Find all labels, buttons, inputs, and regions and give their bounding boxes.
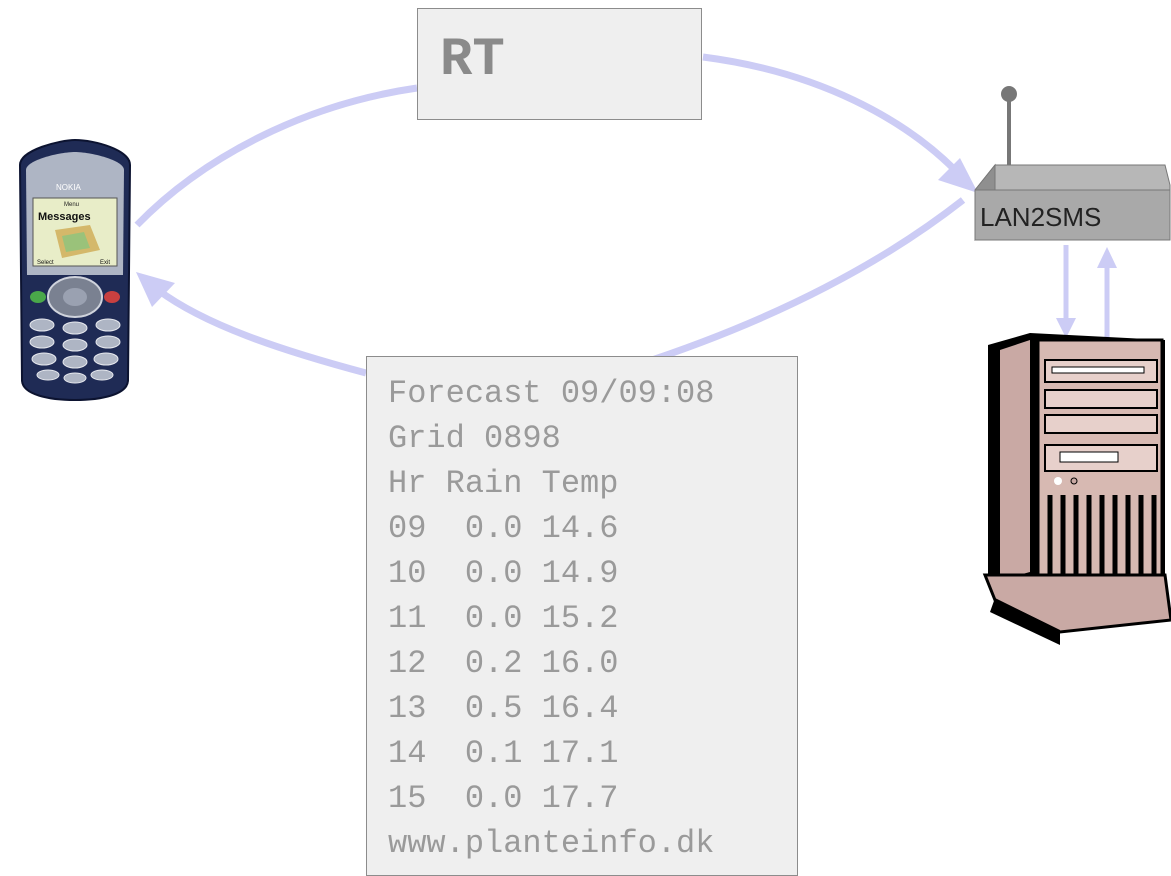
rt-label: RT [440,30,505,91]
phone-icon: NOKIA Menu Messages Select Exit [18,138,132,402]
phone-brand: NOKIA [56,183,82,192]
sms-line: www.planteinfo.dk [388,825,715,862]
sms-line: 11 0.0 15.2 [388,600,619,637]
sms-line: 13 0.5 16.4 [388,690,619,727]
phone-left-soft-key: Select [37,260,54,266]
sms-line: Grid 0898 [388,420,561,457]
rt-node: RT [417,8,702,120]
phone-screen-header: Menu [64,202,79,208]
sms-line: 10 0.0 14.9 [388,555,619,592]
arrow-lan2sms-to-sms [587,197,966,384]
arrow-phone-to-rt [134,84,418,228]
sms-line: 09 0.0 14.6 [388,510,619,547]
sms-line: 12 0.2 16.0 [388,645,619,682]
arrow-sms-to-phone [155,287,367,377]
server-icon [982,333,1171,645]
sms-message-lines: Forecast 09/09:08 Grid 0898 Hr Rain Temp… [388,371,714,866]
arrow-rt-to-lan2sms [702,53,958,173]
arrow-server-up-head [1097,247,1117,268]
sms-line: Forecast 09/09:08 [388,375,715,412]
phone-screen-title: Messages [38,211,91,223]
sms-line: 14 0.1 17.1 [388,735,619,772]
phone-right-soft-key: Exit [100,260,110,266]
sms-line: Hr Rain Temp [388,465,619,502]
sms-line: 15 0.0 17.7 [388,780,619,817]
lan2sms-label: LAN2SMS [980,202,1101,232]
lan2sms-device: LAN2SMS [974,86,1171,241]
sms-message-box: Forecast 09/09:08 Grid 0898 Hr Rain Temp… [366,356,798,876]
